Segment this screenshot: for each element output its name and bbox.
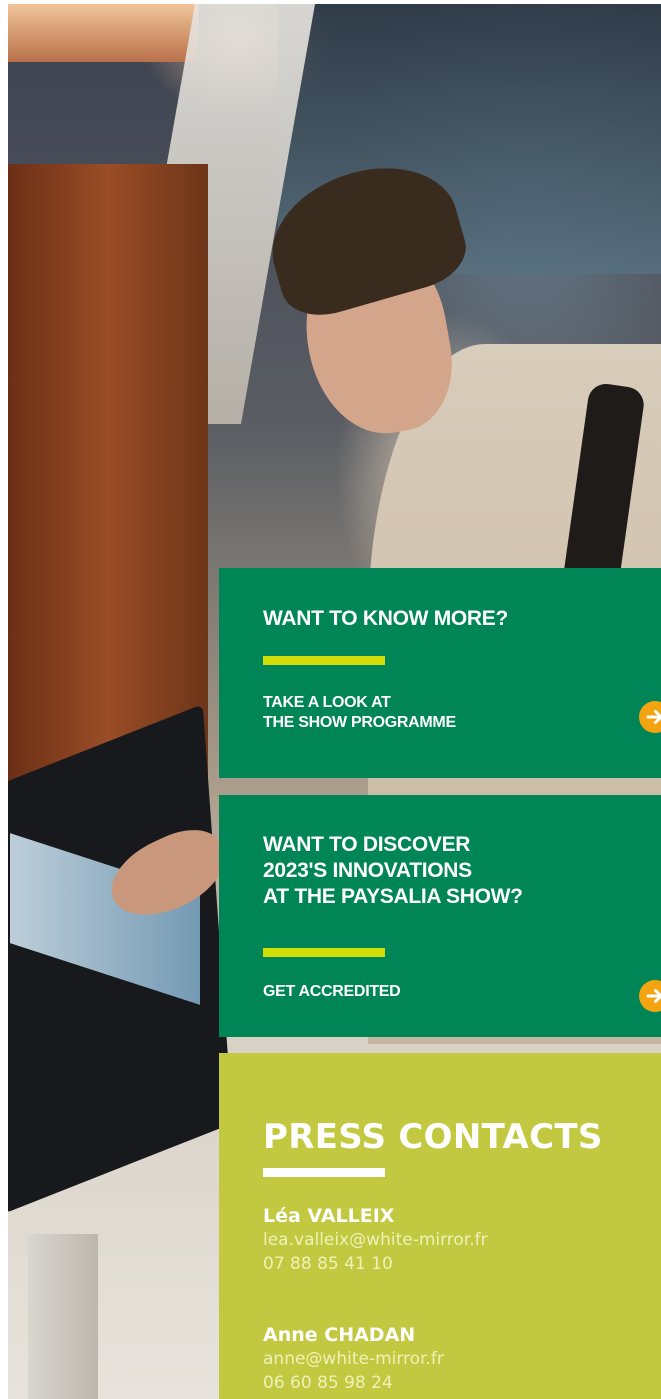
contact-name: Léa VALLEIX (263, 1205, 395, 1227)
accent-bar (263, 656, 385, 665)
accreditation-heading-line3: AT THE PAYSALIA SHOW? (263, 885, 523, 908)
contact-email[interactable]: anne@white-mirror.fr (263, 1347, 444, 1371)
accreditation-arrow-button[interactable] (639, 980, 661, 1012)
arrow-right-icon (646, 989, 661, 1003)
accreditation-heading-line1: WANT TO DISCOVER (263, 833, 471, 856)
press-divider-bar (263, 1168, 385, 1177)
press-contact: Anne CHADAN anne@white-mirror.fr 06 60 8… (263, 1323, 444, 1395)
accreditation-panel: WANT TO DISCOVER 2023'S INNOVATIONS AT T… (219, 795, 661, 1037)
press-contacts-panel: PRESS CONTACTS Léa VALLEIX lea.valleix@w… (219, 1053, 661, 1399)
accreditation-heading: WANT TO DISCOVER 2023'S INNOVATIONS AT T… (263, 832, 623, 910)
photo-kiosk-stand (28, 1234, 98, 1399)
accent-bar (263, 948, 385, 957)
show-programme-link[interactable]: TAKE A LOOK AT THE SHOW PROGRAMME (263, 693, 583, 733)
photo-ceiling-lamp (8, 4, 198, 62)
get-accredited-link[interactable]: GET ACCREDITED (263, 982, 401, 1002)
programme-panel: WANT TO KNOW MORE? TAKE A LOOK AT THE SH… (219, 568, 661, 778)
programme-heading: WANT TO KNOW MORE? (263, 607, 509, 630)
page: WANT TO KNOW MORE? TAKE A LOOK AT THE SH… (0, 0, 661, 1399)
contact-email[interactable]: lea.valleix@white-mirror.fr (263, 1228, 488, 1252)
press-contacts-title: PRESS CONTACTS (263, 1117, 603, 1157)
accreditation-heading-line2: 2023'S INNOVATIONS (263, 859, 472, 882)
contact-name: Anne CHADAN (263, 1324, 416, 1346)
programme-arrow-button[interactable] (639, 701, 661, 733)
press-contact: Léa VALLEIX lea.valleix@white-mirror.fr … (263, 1204, 488, 1276)
contact-phone[interactable]: 06 60 85 98 24 (263, 1371, 444, 1395)
show-programme-link-line2: THE SHOW PROGRAMME (263, 714, 456, 731)
contact-phone[interactable]: 07 88 85 41 10 (263, 1252, 488, 1276)
show-programme-link-line1: TAKE A LOOK AT (263, 694, 391, 711)
arrow-right-icon (646, 710, 661, 724)
